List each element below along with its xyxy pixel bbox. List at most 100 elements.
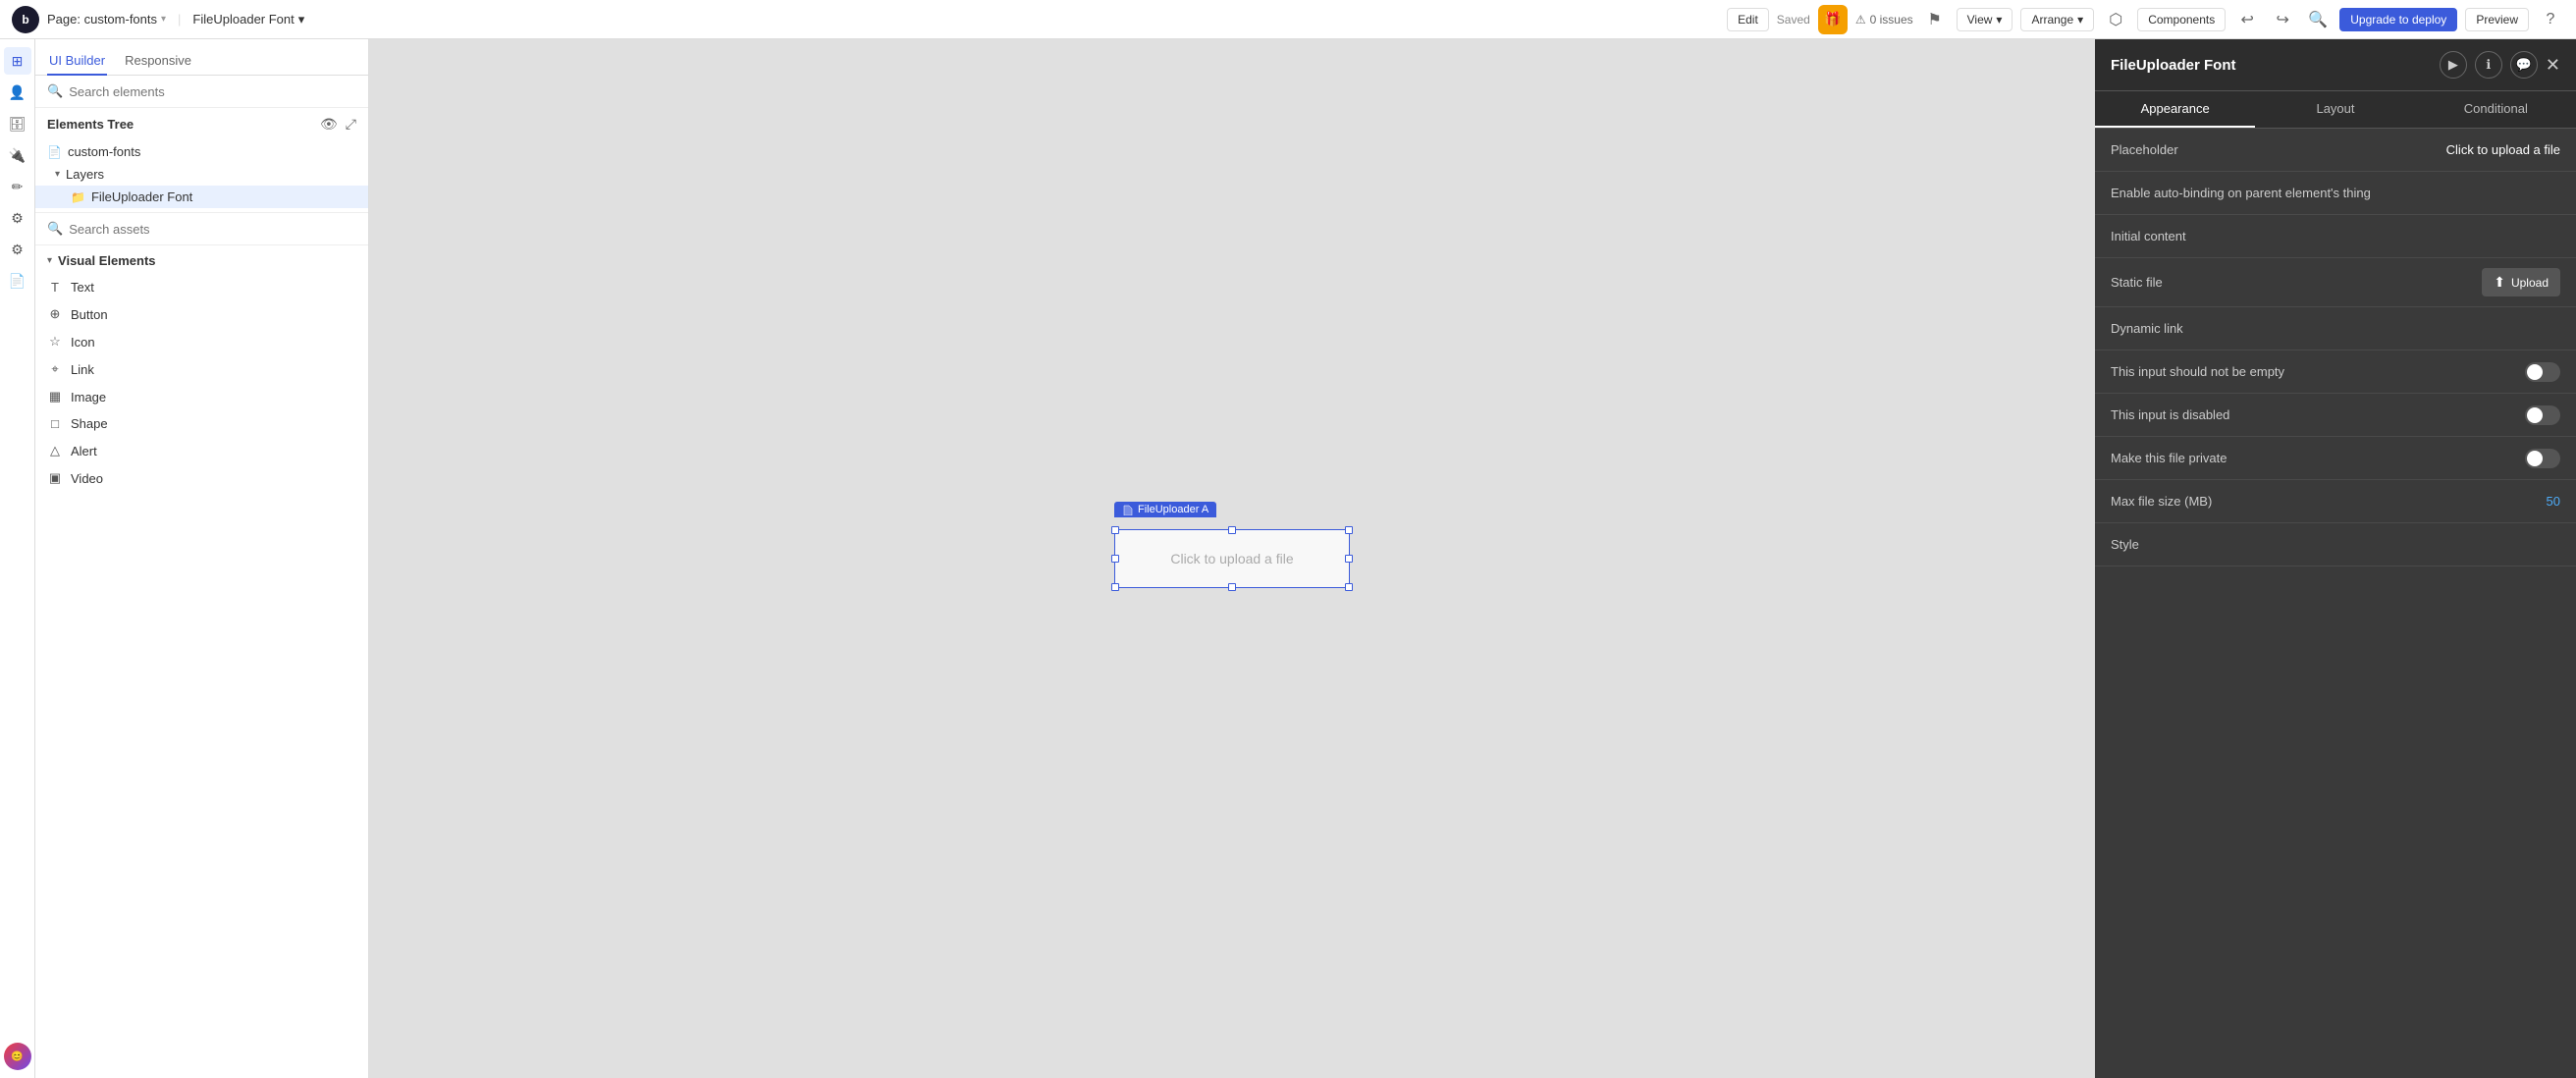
handle-top-left[interactable] — [1111, 526, 1119, 534]
initial-content-row: Initial content — [2095, 215, 2576, 258]
help-button[interactable]: ? — [2537, 6, 2564, 33]
handle-middle-right[interactable] — [1345, 555, 1353, 563]
tree-items: 📄 custom-fonts ▾ Layers 📁 FileUploader F… — [35, 136, 368, 212]
redo-button[interactable]: ↪ — [2269, 6, 2296, 33]
not-empty-row: This input should not be empty — [2095, 350, 2576, 394]
max-file-size-label: Max file size (MB) — [2111, 494, 2212, 509]
element-item-alert[interactable]: △ Alert — [35, 437, 368, 464]
search-input[interactable] — [69, 84, 356, 99]
handle-middle-left[interactable] — [1111, 555, 1119, 563]
issues-badge[interactable]: ⚠ 0 issues — [1855, 13, 1913, 27]
element-item-icon[interactable]: ☆ Icon — [35, 328, 368, 355]
tab-appearance[interactable]: Appearance — [2095, 91, 2255, 128]
preview-tree-btn[interactable]: 👁 — [320, 116, 338, 133]
elements-tree-header: Elements Tree 👁 ⤢ — [35, 108, 368, 136]
max-file-size-value[interactable]: 50 — [2547, 494, 2560, 509]
saved-status: Saved — [1777, 13, 1810, 27]
element-item-link[interactable]: ⌖ Link — [35, 355, 368, 383]
tab-ui-builder[interactable]: UI Builder — [47, 47, 107, 76]
flag-button[interactable]: ⚑ — [1921, 6, 1949, 33]
comment-button[interactable]: 💬 — [2510, 51, 2538, 79]
tab-conditional[interactable]: Conditional — [2416, 91, 2576, 128]
edit-button[interactable]: Edit — [1727, 8, 1769, 31]
text-icon: T — [47, 280, 63, 295]
arrange-button[interactable]: Arrange ▾ — [2020, 8, 2094, 31]
close-button[interactable]: ✕ — [2546, 56, 2560, 74]
dynamic-link-row: Dynamic link — [2095, 307, 2576, 350]
left-icon-bar: ⊞ 👤 🗄 🔌 ✏ ⚙ ⚙ 📄 😊 — [0, 39, 35, 1078]
visual-elements-header: ▾ Visual Elements — [35, 245, 368, 272]
component-name[interactable]: FileUploader Font ▾ — [192, 12, 304, 27]
undo-button[interactable]: ↩ — [2233, 6, 2261, 33]
page-name[interactable]: Page: custom-fonts ▾ — [47, 12, 166, 27]
element-item-video[interactable]: ▣ Video — [35, 464, 368, 492]
handle-bottom-left[interactable] — [1111, 583, 1119, 591]
shape-icon: □ — [47, 416, 63, 431]
element-item-button[interactable]: ⊕ Button — [35, 300, 368, 328]
alert-icon: △ — [47, 443, 63, 458]
upgrade-button[interactable]: Upgrade to deploy — [2339, 8, 2457, 31]
upload-button[interactable]: ⬆ Upload — [2482, 268, 2560, 296]
user-avatar[interactable]: 😊 — [4, 1043, 31, 1070]
not-empty-toggle-knob — [2527, 364, 2543, 380]
canvas-area[interactable]: FileUploader A Click to upload a file — [369, 39, 2095, 1078]
not-empty-toggle[interactable] — [2525, 362, 2560, 382]
initial-content-label: Initial content — [2111, 229, 2186, 243]
file-uploader-element[interactable]: Click to upload a file — [1114, 529, 1350, 588]
auto-binding-row: Enable auto-binding on parent element's … — [2095, 172, 2576, 215]
ui-builder-icon[interactable]: ⊞ — [4, 47, 31, 75]
left-panel: UI Builder Responsive 🔍 Elements Tree 👁 … — [35, 39, 369, 1078]
tree-item-file-uploader[interactable]: 📁 FileUploader Font — [35, 186, 368, 208]
gift-icon[interactable]: 🎁 — [1818, 5, 1848, 34]
topbar-actions: Edit Saved 🎁 ⚠ 0 issues ⚑ View ▾ Arrange… — [1727, 5, 2564, 34]
element-item-text[interactable]: T Text — [35, 274, 368, 300]
view-button[interactable]: View ▾ — [1957, 8, 2013, 31]
expand-tree-btn[interactable]: ⤢ — [346, 116, 356, 133]
preview-button[interactable]: Preview — [2465, 8, 2529, 31]
tools-icon[interactable]: ⚙ — [4, 204, 31, 232]
notes-icon[interactable]: 📄 — [4, 267, 31, 295]
info-button[interactable]: ℹ — [2475, 51, 2502, 79]
private-row: Make this file private — [2095, 437, 2576, 480]
play-button[interactable]: ▶ — [2440, 51, 2467, 79]
private-toggle[interactable] — [2525, 449, 2560, 468]
data-icon[interactable]: 🗄 — [4, 110, 31, 137]
tab-responsive[interactable]: Responsive — [123, 47, 193, 76]
components-button[interactable]: Components — [2137, 8, 2226, 31]
placeholder-value[interactable]: Click to upload a file — [2446, 142, 2560, 157]
settings-icon[interactable]: ⚙ — [4, 236, 31, 263]
plugins-icon[interactable]: 🔌 — [4, 141, 31, 169]
right-panel: FileUploader Font ▶ ℹ 💬 ✕ Appearance Lay… — [2095, 39, 2576, 1078]
components-icon[interactable]: ⬡ — [2102, 6, 2129, 33]
file-uploader-placeholder: Click to upload a file — [1170, 551, 1293, 566]
right-panel-tabs: Appearance Layout Conditional — [2095, 91, 2576, 129]
elements-search-bar: 🔍 — [35, 76, 368, 108]
right-panel-actions: ▶ ℹ 💬 ✕ — [2440, 51, 2560, 79]
static-file-label: Static file — [2111, 275, 2163, 290]
button-icon: ⊕ — [47, 306, 63, 322]
handle-bottom-right[interactable] — [1345, 583, 1353, 591]
search-icon: 🔍 — [47, 83, 63, 99]
elements-tree-title: Elements Tree — [47, 117, 134, 132]
file-uploader-icon: 📁 — [71, 190, 85, 204]
styles-icon[interactable]: ✏ — [4, 173, 31, 200]
handle-top-right[interactable] — [1345, 526, 1353, 534]
file-uploader-label: FileUploader A — [1114, 502, 1216, 517]
handle-bottom-middle[interactable] — [1228, 583, 1236, 591]
assets-search-bar: 🔍 — [35, 212, 368, 245]
image-icon: ▦ — [47, 389, 63, 404]
disabled-row: This input is disabled — [2095, 394, 2576, 437]
search-button[interactable]: 🔍 — [2304, 6, 2332, 33]
tree-item-layers[interactable]: ▾ Layers — [35, 163, 368, 186]
users-icon[interactable]: 👤 — [4, 79, 31, 106]
tree-item-page[interactable]: 📄 custom-fonts — [35, 140, 368, 163]
element-item-image[interactable]: ▦ Image — [35, 383, 368, 410]
arrange-chevron-icon: ▾ — [2077, 13, 2083, 27]
page-chevron-icon: ▾ — [161, 14, 166, 25]
assets-search-input[interactable] — [69, 222, 356, 237]
disabled-toggle[interactable] — [2525, 405, 2560, 425]
handle-top-middle[interactable] — [1228, 526, 1236, 534]
placeholder-label: Placeholder — [2111, 142, 2178, 157]
tab-layout[interactable]: Layout — [2255, 91, 2415, 128]
element-item-shape[interactable]: □ Shape — [35, 410, 368, 437]
